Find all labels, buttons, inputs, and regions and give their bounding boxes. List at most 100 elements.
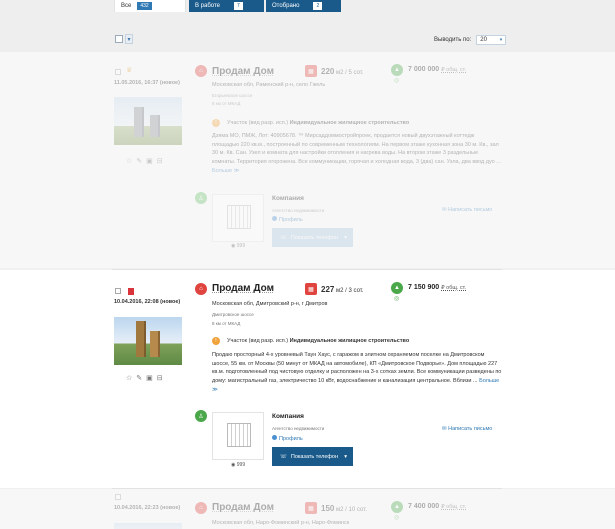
trash-icon[interactable]: ▣ (146, 157, 153, 165)
listing-highway: Дмитровское шоссе (212, 312, 254, 317)
chevron-down-icon: ▾ (344, 453, 347, 460)
chevron-down-icon: ▾ (344, 234, 347, 241)
user-icon: ♙ (195, 192, 207, 204)
tab-in-work-count: 7 (234, 2, 243, 10)
archive-icon[interactable]: ⊟ (157, 374, 163, 382)
price-chart-icon: ▲ (391, 64, 403, 76)
listing-area: 150 м2 / 10 сот. (321, 504, 367, 513)
plot-value: Индивидуальное жилищное строительство (289, 338, 410, 344)
listing-area: 220 м2 / 5 сот. (321, 67, 364, 76)
plot-label: Участок (вид разр. исп.) (227, 120, 289, 126)
building-icon (227, 423, 251, 447)
per-page-select[interactable]: 20 ▾ (476, 35, 507, 45)
user-icon: ♙ (195, 410, 207, 422)
listing-checkbox[interactable] (115, 69, 121, 75)
tab-in-work-label: В работе (195, 3, 221, 9)
profile-icon (272, 435, 277, 440)
listing-content: ♛ 11.05.2016, 16:37 (новое) ☆ ✎ ▣ ⊟ ⌂ Пр… (0, 52, 615, 268)
listing-checkbox[interactable] (115, 494, 121, 500)
agency-profile-label: Профиль (279, 217, 303, 223)
listing-highway: Егорьевское шоссе (212, 93, 253, 98)
send-message-link[interactable]: ✉ Написать письмо (442, 426, 492, 432)
phone-icon: ☏ (280, 453, 287, 460)
price-currency: ₽ общ. ст. (441, 285, 467, 291)
send-message-label: Написать письмо (448, 207, 493, 213)
listing-plot: Участок (вид разр. исп.) Индивидуальное … (227, 338, 409, 344)
listing-price: 7 000 000 ₽ общ. ст. (408, 66, 466, 73)
listing-address: Московская обл, Раменский р-н, село Гжел… (212, 82, 326, 88)
tab-selected-count: 2 (313, 2, 323, 10)
agency-profile-label: Профиль (279, 436, 303, 442)
tab-all-label: Все (121, 3, 132, 9)
tab-all[interactable]: Все 432 (114, 0, 186, 12)
listing-address: Московская обл, Наро-Фоминский р-н, Наро… (212, 520, 350, 526)
description-text: Дзяма МО, ПМЖ, Лот: 40905678. ™ Мирсаддо… (212, 133, 501, 166)
area-value: 150 (321, 504, 335, 513)
building-shape (150, 331, 160, 357)
price-currency: ₽ общ. ст. (441, 504, 467, 510)
select-all-checkbox[interactable] (115, 35, 123, 43)
area-units: м2 / 5 сот. (336, 70, 364, 76)
price-chart-icon: ▲ (391, 501, 403, 513)
area-icon: ▦ (305, 65, 317, 77)
price-value: 7 150 900 (408, 284, 440, 291)
listing-title[interactable]: Продам Дом (212, 502, 274, 513)
price-down-icon: ◎ (394, 515, 400, 521)
tab-selected[interactable]: Отобрано 2 (266, 0, 341, 12)
agency-profile-link[interactable]: Профиль (272, 435, 303, 442)
area-units: м2 / 10 сот. (336, 507, 367, 513)
per-page-label: Выводить по: (434, 37, 472, 43)
listing-actions: ☆ ✎ ▣ ⊟ (126, 157, 163, 165)
price-chart-icon: ▲ (391, 282, 403, 294)
bulk-select: ▾ (115, 34, 133, 44)
listing-photo[interactable] (114, 523, 182, 529)
info-icon: ! (212, 119, 220, 127)
agency-name[interactable]: Компания (272, 413, 304, 420)
price-value: 7 000 000 (408, 66, 440, 73)
building-shape (134, 107, 144, 137)
listing-card: 10.04.2016, 22:08 (новое) ☆ ✎ ▣ ⊟ ⌂ Прод… (0, 270, 615, 488)
per-page-control: Выводить по: 20 ▾ (434, 35, 507, 45)
tab-in-work[interactable]: В работе 7 (189, 0, 264, 12)
per-page-value: 20 (480, 37, 487, 43)
show-phone-button[interactable]: ☏ Показать телефон ▾ (272, 447, 353, 466)
show-phone-button[interactable]: ☏ Показать телефон ▾ (272, 228, 353, 247)
listing-content: 10.04.2016, 22:23 (новое) ⌂ Продам Дом ▦… (0, 489, 615, 529)
star-icon[interactable]: ☆ (126, 374, 132, 382)
listing-card: 10.04.2016, 22:23 (новое) ⌂ Продам Дом ▦… (0, 489, 615, 529)
listing-area: 227 м2 / 3 сот. (321, 285, 364, 294)
more-link[interactable]: Больше (479, 378, 499, 384)
bookmark-icon[interactable] (128, 288, 134, 295)
listing-title[interactable]: Продам Дом (212, 283, 274, 294)
star-icon[interactable]: ☆ (126, 157, 132, 165)
listing-description: Продаю просторный 4-х уровневый Таун Хау… (212, 351, 502, 395)
more-link[interactable]: Больше (212, 168, 232, 174)
listing-date: 11.05.2016, 16:37 (новое) (114, 80, 180, 86)
price-currency: ₽ общ. ст. (441, 67, 467, 73)
show-phone-label: Показать телефон (290, 453, 339, 460)
show-phone-label: Показать телефон (290, 234, 339, 241)
chevrons-right-icon: ≫ (212, 386, 218, 393)
edit-icon[interactable]: ✎ (136, 157, 142, 165)
listing-photo[interactable] (114, 97, 182, 145)
agency-profile-link[interactable]: Профиль (272, 216, 303, 223)
edit-icon[interactable]: ✎ (136, 374, 142, 382)
price-down-icon: ◎ (394, 78, 400, 84)
plot-label: Участок (вид разр. исп.) (227, 338, 289, 344)
archive-icon[interactable]: ⊟ (157, 157, 163, 165)
trash-icon[interactable]: ▣ (146, 374, 153, 382)
listing-photo[interactable] (114, 317, 182, 365)
listing-price: 7 400 000 ₽ общ. ст. (408, 503, 466, 510)
chevron-down-icon[interactable]: ▾ (125, 34, 133, 44)
description-text: Продаю просторный 4-х уровневый Таун Хау… (212, 352, 502, 385)
agency-photo[interactable] (212, 194, 264, 242)
chevron-down-icon: ▾ (499, 37, 503, 43)
house-icon: ⌂ (195, 283, 207, 295)
agency-name[interactable]: Компания (272, 195, 304, 202)
listing-plot: Участок (вид разр. исп.) Индивидуальное … (227, 120, 409, 126)
agency-photo[interactable] (212, 412, 264, 460)
send-message-link[interactable]: ✉ Написать письмо (442, 207, 492, 213)
listing-checkbox[interactable] (115, 288, 121, 294)
agency-type: Агентство недвижимости (272, 426, 325, 431)
listing-title[interactable]: Продам Дом (212, 66, 274, 77)
